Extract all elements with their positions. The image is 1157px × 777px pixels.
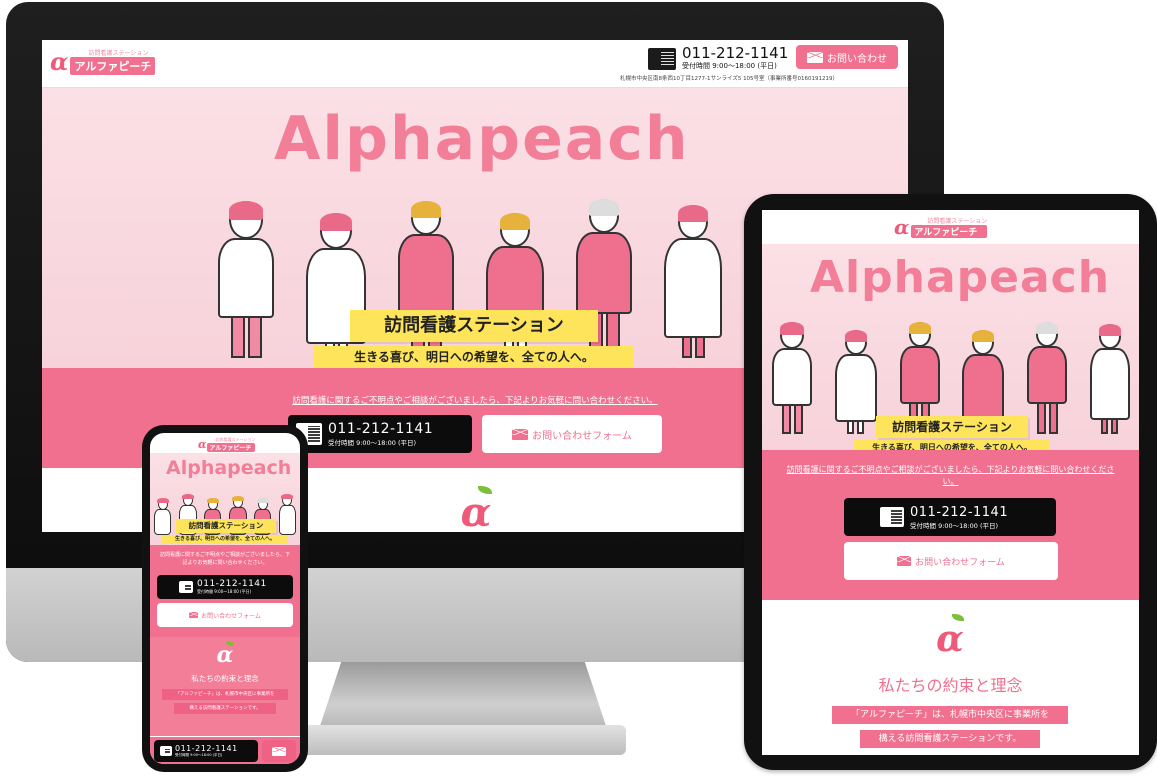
phone-form-button[interactable]: お問い合わせフォーム [157,603,293,627]
tablet-badge-title: 訪問看護ステーション [876,416,1028,438]
phone-badge-tagline: 生きる喜び、明日への希望を、全ての人へ。 [162,535,288,544]
tablet-promise-line2: 構える訪問看護ステーションです。 [860,730,1040,748]
phone-form-label: お問い合わせフォーム [201,612,261,620]
phone-tel-number: 011-212-1141 [197,579,267,589]
phone-icon [160,746,172,756]
contact-form-button[interactable]: お問い合わせフォーム [482,415,662,453]
tablet-apple-mark: α [936,618,964,660]
site-logo[interactable]: α 訪問看護ステーション アルファピーチ [50,46,156,76]
mail-icon [512,428,529,440]
tablet-device: α 訪問看護ステーション アルファピーチ Alphapeach 訪問看護ステーシ… [744,194,1157,770]
phone-site-logo[interactable]: α 訪問看護ステーション アルファピーチ [198,437,256,452]
alpha-logo-icon: α [50,46,69,76]
tablet-contact-intro: 訪問看護に関するご不明点やご相談がございましたら、下記よりお気軽に問い合わせくだ… [786,465,1115,486]
phone-sticky-tel-number: 011-212-1141 [175,744,238,753]
tablet-form-label: お問い合わせフォーム [915,557,1005,568]
phone-screen: α 訪問看護ステーション アルファピーチ Alphapeach 訪問看護ステーシ… [150,433,300,764]
phone-device: α 訪問看護ステーション アルファピーチ Alphapeach 訪問看護ステーシ… [142,425,308,772]
mail-icon [807,51,823,63]
phone-sticky-tel-button[interactable]: 011-212-1141 受付時間 9:00〜18:00 (平日) [154,740,258,762]
phone-promise-line1: 「アルファピーチ」は、札幌市中央区に事業所を [162,689,288,700]
header-phone[interactable]: 011-212-1141 受付時間 9:00〜18:00 (平日) [648,46,788,71]
tablet-staff-illustration [772,284,1130,434]
header-contact-label: お問い合わせ [827,53,887,65]
phone-contact-intro: 訪問看護に関するご不明点やご相談がございましたら、下記よりお気軽に問い合わせくだ… [159,552,290,566]
site-header: α 訪問看護ステーション アルファピーチ 011-212-1141 受付時間 9… [42,40,908,88]
phone-contact-band: 訪問看護に関するご不明点やご相談がございましたら、下記よりお気軽に問い合わせくだ… [150,545,300,764]
tablet-tel-hours: 受付時間 9:00〜18:00 (平日) [910,521,999,530]
tablet-contact-band: 訪問看護に関するご不明点やご相談がございましたら、下記よりお気軽に問い合わせくだ… [762,450,1139,600]
mail-icon [897,556,912,566]
apple-logo-mark: α [460,489,492,532]
phone-logo-name: アルファピーチ [207,443,256,452]
contact-form-label: お問い合わせフォーム [532,430,632,442]
phone-tel-button[interactable]: 011-212-1141 受付時間 9:00〜18:00 (平日) [157,575,293,599]
monitor-stand-base [300,725,626,755]
tablet-screen: α 訪問看護ステーション アルファピーチ Alphapeach 訪問看護ステーシ… [762,210,1139,755]
header-address: 札幌市中央区南8条西10丁目1277-1サンライズ5 105号室（事業所番号01… [620,76,839,82]
apple-logo-icon: α [926,614,974,662]
phone-tel-hours: 受付時間 9:00〜18:00 (平日) [197,589,252,594]
tablet-logo-subtitle: 訪問看護ステーション [927,218,988,225]
phone-section-title: 私たちの約束と理念 [191,674,259,683]
monitor-stand [318,662,608,732]
logo-name: アルファピーチ [70,57,156,75]
hero-badge-title: 訪問看護ステーション [350,310,598,342]
tablet-tel-button[interactable]: 011-212-1141 受付時間 9:00〜18:00 (平日) [844,498,1056,536]
phone-icon [880,507,904,527]
phone-badge-title: 訪問看護ステーション [176,519,276,533]
apple-logo-icon: α [208,641,242,669]
phone-sticky-mail-button[interactable] [262,740,296,762]
contact-tel-number: 011-212-1141 [328,421,434,437]
alpha-logo-icon: α [894,215,910,239]
header-tel-number: 011-212-1141 [682,44,789,62]
alpha-logo-icon: α [198,438,207,451]
tablet-logo-name: アルファピーチ [911,225,988,238]
tablet-hero: Alphapeach 訪問看護ステーション 生きる喜び、明日への希望を、全ての人… [762,244,1139,456]
tablet-site-logo[interactable]: α 訪問看護ステーション アルファピーチ [894,215,988,239]
phone-icon [648,47,676,70]
phone-sticky-bar: 011-212-1141 受付時間 9:00〜18:00 (平日) [150,736,300,764]
tablet-section-title: 私たちの約束と理念 [878,676,1023,695]
mail-icon [189,612,199,618]
tablet-form-button[interactable]: お問い合わせフォーム [844,542,1058,580]
phone-promise-line2: 構える訪問看護ステーションです。 [174,703,276,714]
phone-icon [179,581,193,593]
phone-sticky-tel-hours: 受付時間 9:00〜18:00 (平日) [175,753,223,757]
apple-logo-icon: α [452,486,500,532]
tablet-promise-line1: 「アルファピーチ」は、札幌市中央区に事業所を [832,706,1068,724]
hero-badge-tagline: 生きる喜び、明日への希望を、全ての人へ。 [314,346,634,368]
header-contact-button[interactable]: お問い合わせ [796,45,898,69]
mail-icon [272,746,286,756]
logo-subtitle: 訪問看護ステーション [88,50,149,57]
doctor-illustration [218,201,274,358]
tablet-tel-number: 011-212-1141 [910,504,1009,520]
header-hours: 受付時間 9:00〜18:00 (平日) [682,62,777,70]
phone-hero: Alphapeach 訪問看護ステーション 生きる喜び、明日への希望を、全ての人… [150,453,300,545]
staff-woman-illustration [664,205,722,358]
device-mockup-stage: α 訪問看護ステーション アルファピーチ 011-212-1141 受付時間 9… [0,0,1157,777]
contact-tel-button[interactable]: 011-212-1141 受付時間 9:00〜18:00 (平日) [288,415,472,453]
contact-tel-hours: 受付時間 9:00〜18:00 (平日) [328,439,417,447]
